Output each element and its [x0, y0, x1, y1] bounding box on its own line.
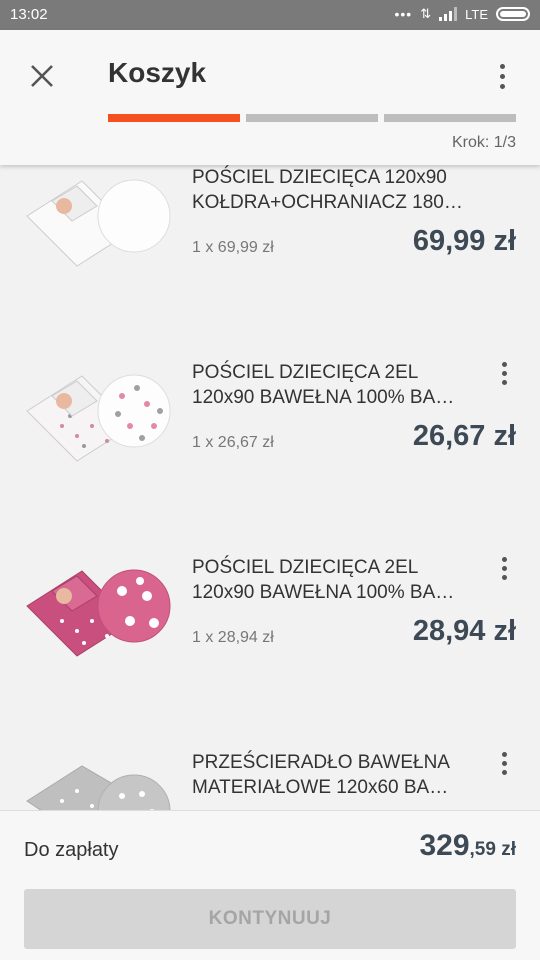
total-amount-integer: 329: [419, 829, 470, 862]
dot-icon: [499, 73, 505, 79]
close-icon: [31, 65, 53, 87]
product-unit-price: 1 x 69,99 zł: [192, 239, 274, 256]
dot-icon: [499, 63, 505, 69]
battery-icon: [496, 7, 530, 21]
progress-step-2: [246, 114, 378, 122]
progress-step-3: [384, 114, 516, 122]
dot-icon: [501, 574, 507, 580]
page-title: Koszyk: [108, 57, 207, 88]
product-unit-price: 1 x 28,94 zł: [192, 629, 274, 646]
step-indicator: Krok: 1/3: [451, 134, 516, 151]
total-amount-fraction: ,59 zł: [469, 839, 516, 860]
cart-list[interactable]: POŚCIEL DZIECIĘCA 120x90 KOŁDRA+OCHRANIA…: [0, 165, 540, 810]
dot-icon: [501, 760, 507, 766]
signal-icon: [439, 7, 458, 21]
product-image: [26, 374, 171, 462]
dot-icon: [499, 83, 505, 89]
product-total-price: 28,94 zł: [412, 615, 516, 647]
continue-button[interactable]: KONTYNUUJ: [24, 889, 516, 949]
dot-icon: [501, 769, 507, 775]
status-icons: ••• ⇅ LTE: [394, 6, 530, 22]
item-menu-button[interactable]: [496, 748, 512, 778]
product-image: [26, 569, 171, 657]
checkout-progress: [108, 114, 516, 122]
product-total-price: 69,99 zł: [412, 225, 516, 257]
cart-item[interactable]: POŚCIEL DZIECIĘCA 120x90 KOŁDRA+OCHRANIA…: [0, 165, 540, 315]
status-bar: 13:02 ••• ⇅ LTE: [0, 0, 540, 30]
product-name[interactable]: POŚCIEL DZIECIĘCA 2EL 120x90 BAWEŁNA 100…: [192, 555, 482, 605]
app-header: Koszyk Krok: 1/3: [0, 30, 540, 165]
item-menu-button[interactable]: [496, 358, 512, 388]
overflow-menu-button[interactable]: [488, 54, 516, 98]
status-time: 13:02: [10, 6, 48, 23]
cart-item[interactable]: POŚCIEL DZIECIĘCA 2EL 120x90 BAWEŁNA 100…: [0, 525, 540, 705]
cart-item[interactable]: PRZEŚCIERADŁO BAWEŁNA MATERIAŁOWE 120x60…: [0, 720, 540, 810]
product-total-price: 26,67 zł: [412, 420, 516, 452]
product-name[interactable]: POŚCIEL DZIECIĘCA 120x90 KOŁDRA+OCHRANIA…: [192, 165, 482, 215]
product-unit-price: 1 x 26,67 zł: [192, 434, 274, 451]
cart-item[interactable]: POŚCIEL DZIECIĘCA 2EL 120x90 BAWEŁNA 100…: [0, 330, 540, 510]
data-transfer-icon: ⇅: [420, 6, 432, 21]
notification-dots-icon: •••: [394, 6, 413, 22]
total-amount: 329,59 zł: [419, 829, 516, 863]
dot-icon: [501, 565, 507, 571]
product-name[interactable]: PRZEŚCIERADŁO BAWEŁNA MATERIAŁOWE 120x60…: [192, 750, 482, 800]
dot-icon: [501, 556, 507, 562]
product-name[interactable]: POŚCIEL DZIECIĘCA 2EL 120x90 BAWEŁNA 100…: [192, 360, 482, 410]
dot-icon: [501, 361, 507, 367]
item-menu-button[interactable]: [496, 553, 512, 583]
close-button[interactable]: [20, 54, 64, 98]
network-type: LTE: [465, 6, 488, 22]
product-image: [26, 179, 171, 267]
total-label: Do zapłaty: [24, 839, 119, 861]
product-image: [26, 765, 171, 810]
dot-icon: [501, 370, 507, 376]
dot-icon: [501, 379, 507, 385]
checkout-footer: Do zapłaty 329,59 zł KONTYNUUJ: [0, 810, 540, 960]
dot-icon: [501, 751, 507, 757]
progress-step-1: [108, 114, 240, 122]
